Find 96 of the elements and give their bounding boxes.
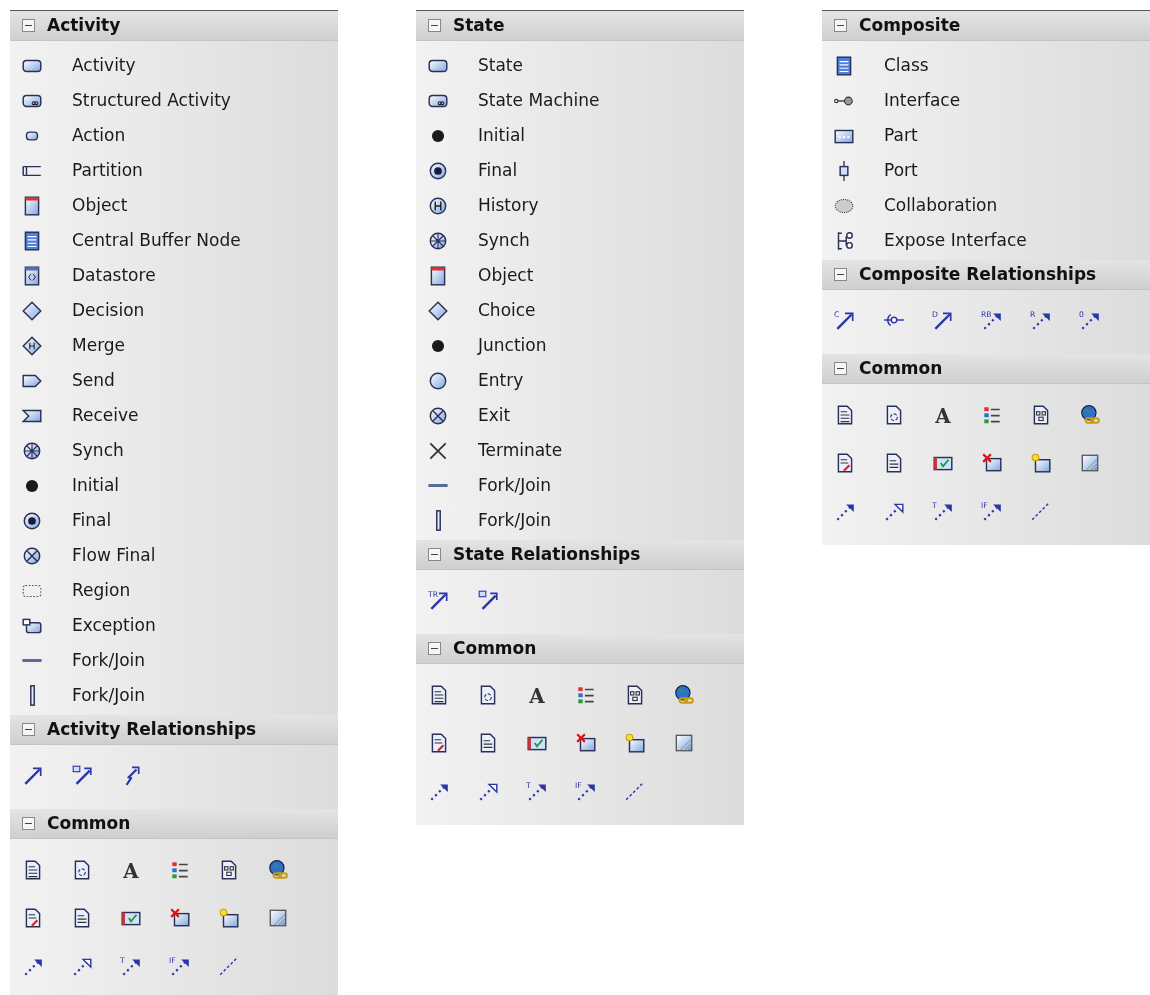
- section-header[interactable]: Composite Relationships: [822, 260, 1150, 290]
- list-icon[interactable]: [981, 404, 1003, 426]
- list-icon[interactable]: [169, 859, 191, 881]
- collapse-icon[interactable]: [22, 19, 35, 32]
- toolbox-item[interactable]: Entry: [478, 367, 524, 394]
- text-icon[interactable]: A: [120, 859, 142, 881]
- arrow-icon[interactable]: [71, 764, 93, 786]
- frame-icon[interactable]: [981, 452, 1003, 474]
- section-title: Activity: [47, 13, 121, 37]
- section-header[interactable]: Composite: [822, 11, 1150, 41]
- toolbox-item[interactable]: Interface: [884, 87, 961, 114]
- section-header[interactable]: Activity Relationships: [10, 715, 338, 745]
- toolbox-item[interactable]: State Machine: [478, 87, 600, 114]
- diamond-icon: [427, 299, 449, 322]
- gradient-square-icon[interactable]: [673, 732, 695, 754]
- toolbox-item[interactable]: Final: [478, 157, 518, 184]
- collapse-icon[interactable]: [834, 362, 847, 375]
- toolbox-item[interactable]: History: [478, 192, 539, 219]
- toolbox-item[interactable]: Fork/Join: [72, 682, 146, 709]
- collapse-icon[interactable]: [834, 19, 847, 32]
- toolbox-item[interactable]: Region: [72, 577, 131, 604]
- toolbox-item[interactable]: Synch: [72, 437, 124, 464]
- toolbox-item[interactable]: Flow Final: [72, 542, 156, 569]
- toolbox-item[interactable]: Part: [884, 122, 918, 149]
- text-icon[interactable]: A: [932, 404, 954, 426]
- globe-chain-icon[interactable]: [267, 859, 289, 881]
- toolbox-item[interactable]: Object: [72, 192, 128, 219]
- toolbox-item[interactable]: Structured Activity: [72, 87, 231, 114]
- toolbox-item[interactable]: Action: [72, 122, 126, 149]
- toolbox-item[interactable]: Partition: [72, 157, 143, 184]
- toolbox-item[interactable]: Central Buffer Node: [72, 227, 241, 254]
- section-header[interactable]: Common: [822, 354, 1150, 384]
- toolbox-item[interactable]: Fork/Join: [478, 507, 552, 534]
- collapse-icon[interactable]: [834, 268, 847, 281]
- vertical-bar-icon: [435, 510, 441, 531]
- frame-icon[interactable]: [218, 907, 240, 929]
- toolbox-item[interactable]: Collaboration: [884, 192, 998, 219]
- toolbox-item[interactable]: Expose Interface: [884, 227, 1027, 254]
- gradient-square-icon[interactable]: [1079, 452, 1101, 474]
- diamond-icon: [21, 334, 43, 357]
- toolbox-item[interactable]: Fork/Join: [72, 647, 146, 674]
- vertical-bar-icon: [29, 685, 35, 706]
- toolbox-item[interactable]: Object: [478, 262, 534, 289]
- frame-icon[interactable]: [1030, 452, 1052, 474]
- section-title: State: [453, 13, 505, 37]
- horizontal-bar-icon: [427, 484, 449, 487]
- section-title: Activity Relationships: [47, 717, 257, 741]
- toolbox-item[interactable]: Final: [72, 507, 112, 534]
- toolbox-item[interactable]: Exit: [478, 402, 511, 429]
- toolbox-item[interactable]: Datastore: [72, 262, 156, 289]
- collapse-icon[interactable]: [22, 817, 35, 830]
- section-title: Common: [453, 636, 537, 660]
- arrow-icon[interactable]: [477, 589, 499, 611]
- toolbox-item[interactable]: Merge: [72, 332, 126, 359]
- section-title: Composite Relationships: [859, 262, 1097, 286]
- frame-icon[interactable]: [575, 732, 597, 754]
- toolbox-item[interactable]: Initial: [478, 122, 526, 149]
- toolbox-item[interactable]: Decision: [72, 297, 145, 324]
- toolbox-item[interactable]: Class: [884, 52, 929, 79]
- dashed-line-icon[interactable]: [218, 955, 240, 977]
- toolbox-item[interactable]: Synch: [478, 227, 530, 254]
- globe-chain-icon[interactable]: [673, 684, 695, 706]
- section-header[interactable]: Activity: [10, 11, 338, 41]
- toolbox-item[interactable]: Initial: [72, 472, 120, 499]
- toolbox-item[interactable]: Activity: [72, 52, 136, 79]
- horizontal-bar-icon: [21, 659, 43, 662]
- text-icon[interactable]: A: [526, 684, 548, 706]
- toolbox-item[interactable]: Choice: [478, 297, 536, 324]
- collapse-icon[interactable]: [428, 642, 441, 655]
- frame-icon[interactable]: [169, 907, 191, 929]
- toolbox-item[interactable]: Terminate: [478, 437, 563, 464]
- gradient-square-icon[interactable]: [267, 907, 289, 929]
- diamond-icon: [21, 299, 43, 322]
- toolbox-item[interactable]: Fork/Join: [478, 472, 552, 499]
- dashed-line-icon[interactable]: [1030, 500, 1052, 522]
- section-header[interactable]: State Relationships: [416, 540, 744, 570]
- section-header[interactable]: Common: [10, 809, 338, 839]
- frame-icon[interactable]: [624, 732, 646, 754]
- collapse-icon[interactable]: [22, 723, 35, 736]
- dashed-line-icon[interactable]: [624, 780, 646, 802]
- toolbox-item[interactable]: State: [478, 52, 523, 79]
- section-header[interactable]: State: [416, 11, 744, 41]
- list-icon[interactable]: [575, 684, 597, 706]
- globe-chain-icon[interactable]: [1079, 404, 1101, 426]
- section-title: Common: [859, 356, 943, 380]
- toolbox-item[interactable]: Send: [72, 367, 115, 394]
- toolbox-item[interactable]: Receive: [72, 402, 139, 429]
- collapse-icon[interactable]: [428, 19, 441, 32]
- section-title: State Relationships: [453, 542, 641, 566]
- section-header[interactable]: Common: [416, 634, 744, 664]
- toolbox-item[interactable]: Exception: [72, 612, 156, 639]
- section-title: Composite: [859, 13, 961, 37]
- toolbox-item[interactable]: Port: [884, 157, 918, 184]
- collapse-icon[interactable]: [428, 548, 441, 561]
- section-title: Common: [47, 811, 131, 835]
- toolbox-item[interactable]: Junction: [478, 332, 547, 359]
